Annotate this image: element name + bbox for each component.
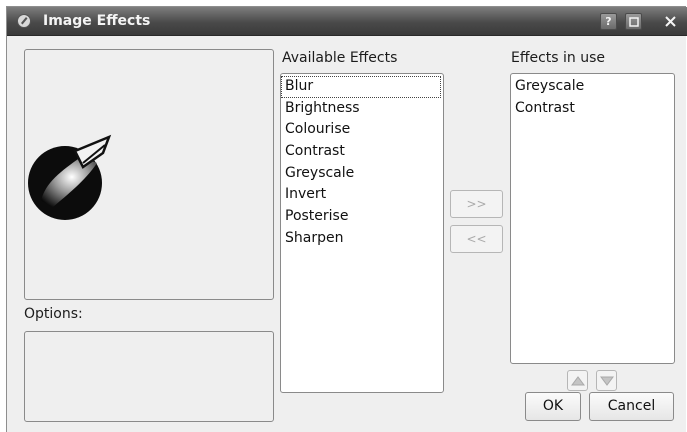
available-effect-item[interactable]: Brightness — [281, 98, 443, 120]
app-icon[interactable] — [16, 13, 32, 29]
available-effect-item[interactable]: Sharpen — [281, 228, 443, 250]
arrow-up-icon — [571, 376, 585, 386]
options-panel — [24, 331, 274, 422]
close-button[interactable] — [662, 13, 679, 30]
available-effect-item[interactable]: Blur — [281, 76, 441, 98]
remove-effect-button[interactable]: << — [450, 225, 503, 253]
inkscape-pen-logo-icon — [28, 134, 112, 220]
move-down-button[interactable] — [596, 370, 617, 391]
window-title: Image Effects — [43, 13, 151, 29]
maximize-icon — [629, 17, 639, 27]
move-up-button[interactable] — [567, 370, 588, 391]
effects-in-use-header: Effects in use — [511, 50, 606, 66]
available-effect-item[interactable]: Contrast — [281, 141, 443, 163]
available-effect-item[interactable]: Invert — [281, 184, 443, 206]
effects-in-use-list[interactable]: Greyscale Contrast — [510, 73, 675, 364]
in-use-effect-item[interactable]: Greyscale — [511, 76, 674, 98]
add-effect-button[interactable]: >> — [450, 190, 503, 218]
titlebar[interactable]: Image Effects ? — [7, 7, 687, 36]
options-label: Options: — [24, 306, 83, 322]
help-button[interactable]: ? — [600, 13, 617, 30]
available-effects-list[interactable]: Blur Brightness Colourise Contrast Greys… — [280, 73, 444, 393]
arrow-down-icon — [600, 376, 614, 386]
image-effects-dialog: Image Effects ? Options: Available Effec… — [6, 6, 687, 432]
ok-button[interactable]: OK — [525, 392, 581, 421]
cancel-button[interactable]: Cancel — [589, 392, 674, 421]
in-use-effect-item[interactable]: Contrast — [511, 98, 674, 120]
available-effects-header: Available Effects — [282, 50, 398, 66]
maximize-button[interactable] — [625, 13, 642, 30]
help-icon: ? — [605, 15, 612, 28]
preview-panel — [24, 49, 274, 300]
available-effect-item[interactable]: Greyscale — [281, 163, 443, 185]
available-effect-item[interactable]: Colourise — [281, 119, 443, 141]
close-icon — [665, 16, 676, 27]
available-effect-item[interactable]: Posterise — [281, 206, 443, 228]
